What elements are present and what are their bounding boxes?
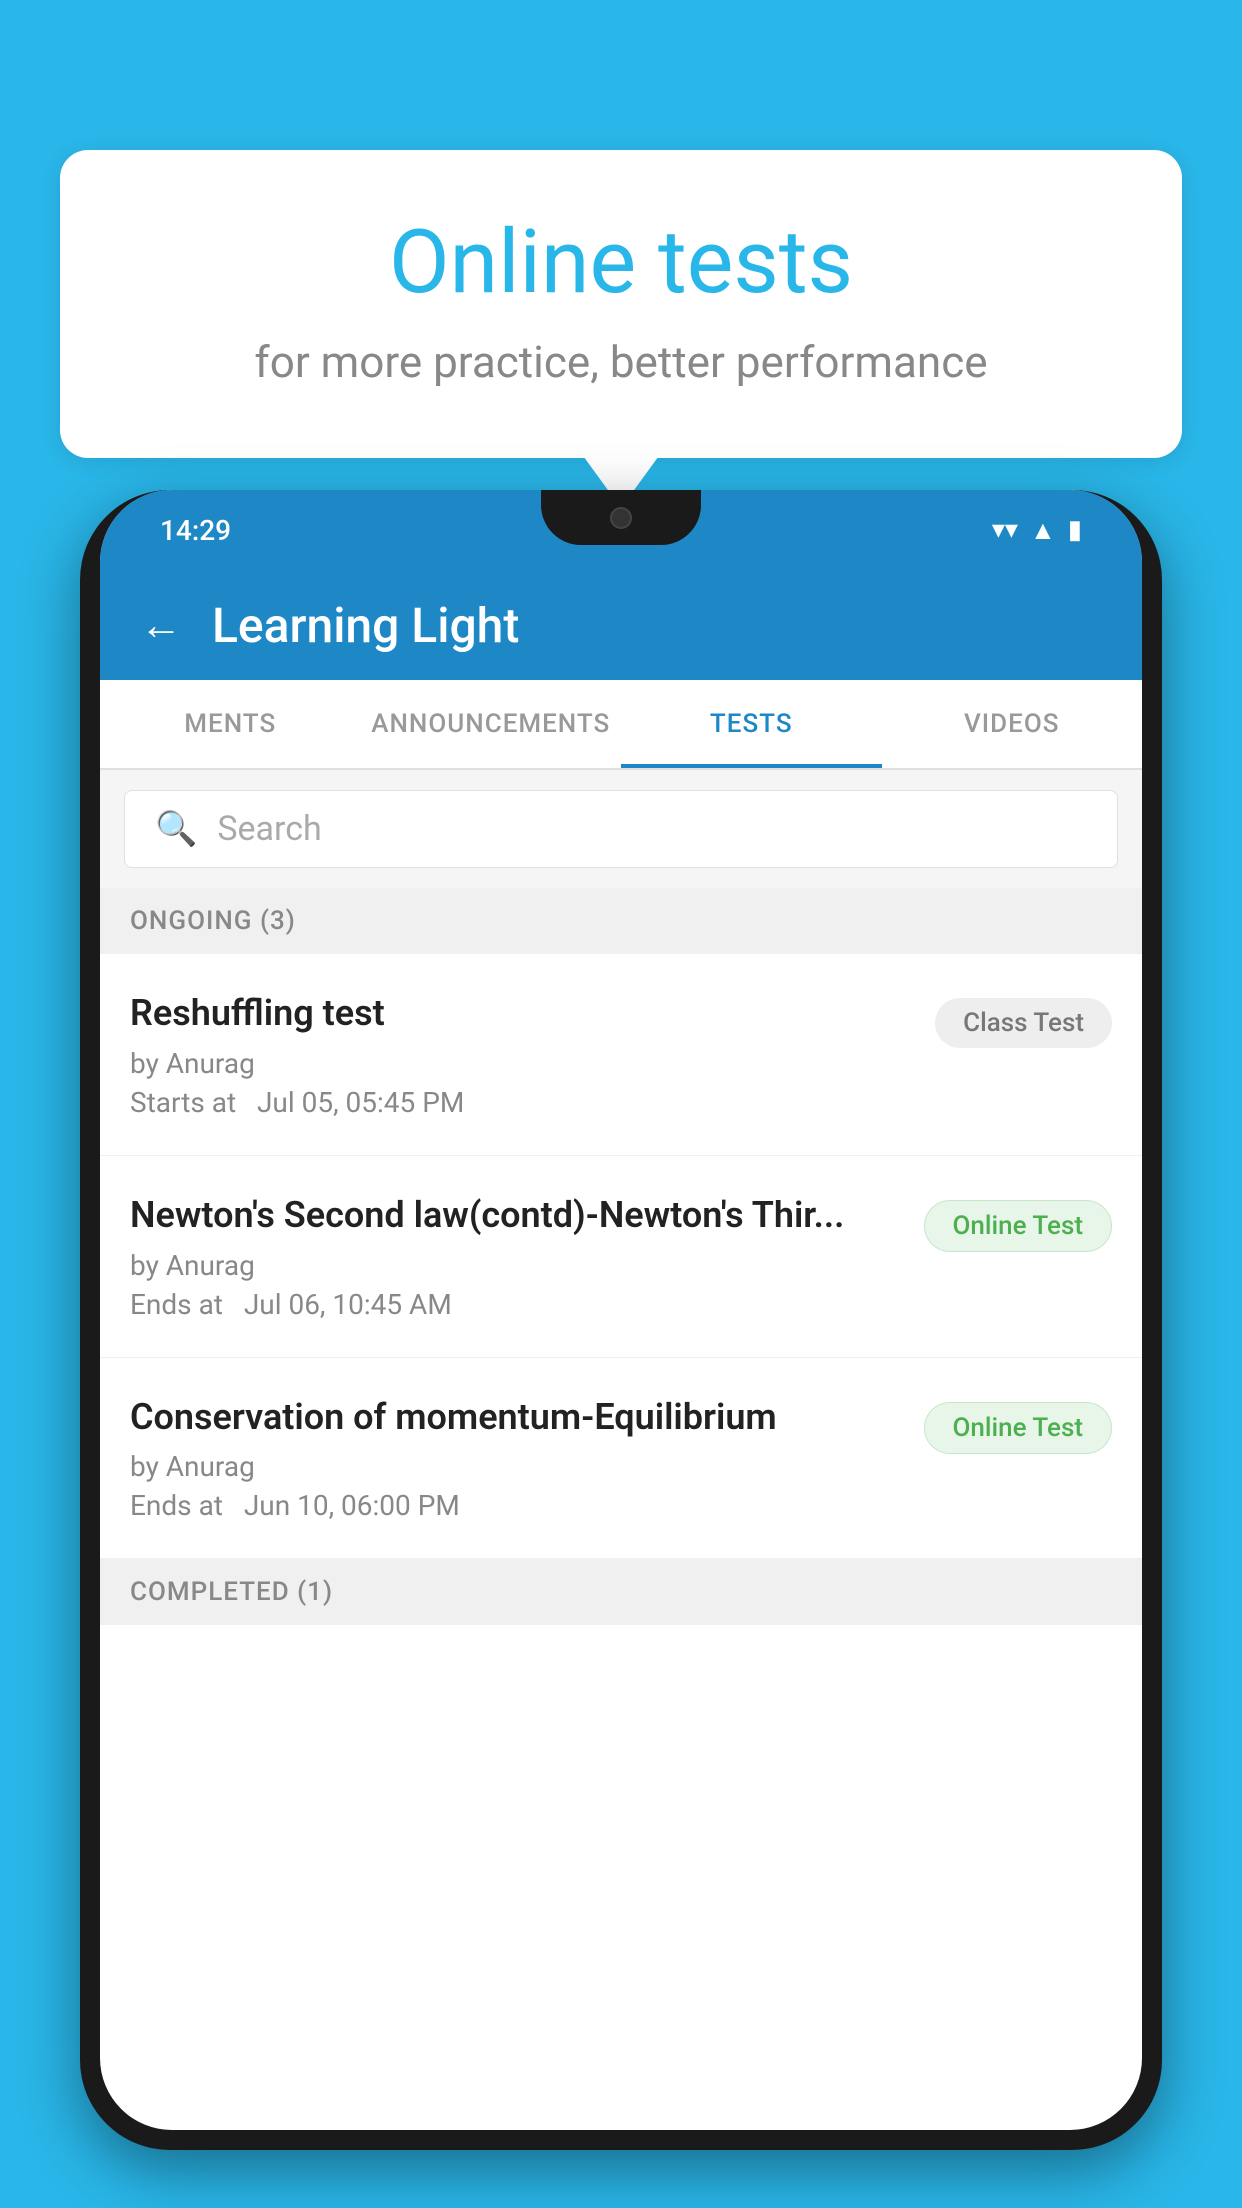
ongoing-section-header: ONGOING (3) [100,888,1142,954]
test-badge-online-newton: Online Test [924,1200,1113,1252]
app-title: Learning Light [212,597,519,654]
screen-content: 14:29 ▾▾ ▲ ▮ ← Learning Light [100,490,1142,2130]
phone-notch [541,490,701,545]
tab-ments[interactable]: MENTS [100,680,361,768]
status-icons: ▾▾ ▲ ▮ [992,515,1082,546]
test-name-newton: Newton's Second law(contd)-Newton's Thir… [130,1192,904,1239]
status-bar: 14:29 ▾▾ ▲ ▮ [100,490,1142,570]
bubble-subtitle: for more practice, better performance [140,336,1102,388]
app-bar: ← Learning Light [100,570,1142,680]
ongoing-section-title: ONGOING (3) [130,906,296,936]
signal-icon: ▲ [1030,515,1056,546]
back-button[interactable]: ← [140,601,182,650]
wifi-icon: ▾▾ [992,515,1018,545]
search-bar[interactable]: 🔍 Search [124,790,1118,868]
test-author-reshuffling: by Anurag [130,1047,915,1080]
phone-frame: 14:29 ▾▾ ▲ ▮ ← Learning Light [80,490,1162,2150]
test-badge-class: Class Test [935,998,1112,1048]
bubble-title: Online tests [140,210,1102,316]
test-name-conservation: Conservation of momentum-Equilibrium [130,1394,904,1441]
speech-bubble: Online tests for more practice, better p… [60,150,1182,458]
tab-announcements[interactable]: ANNOUNCEMENTS [361,680,622,768]
tab-videos[interactable]: VIDEOS [882,680,1143,768]
test-time-reshuffling: Starts at Jul 05, 05:45 PM [130,1086,915,1119]
battery-icon: ▮ [1068,515,1082,545]
phone-screen: 14:29 ▾▾ ▲ ▮ ← Learning Light [100,490,1142,2130]
test-badge-online-conservation: Online Test [924,1402,1113,1454]
search-container: 🔍 Search [100,770,1142,888]
test-time-newton: Ends at Jul 06, 10:45 AM [130,1288,904,1321]
search-placeholder: Search [217,809,321,849]
test-time-conservation: Ends at Jun 10, 06:00 PM [130,1489,904,1522]
test-item-conservation[interactable]: Conservation of momentum-Equilibrium by … [100,1358,1142,1560]
test-author-newton: by Anurag [130,1249,904,1282]
test-list: Reshuffling test by Anurag Starts at Jul… [100,954,1142,1559]
test-author-conservation: by Anurag [130,1450,904,1483]
completed-section-header: COMPLETED (1) [100,1559,1142,1625]
speech-bubble-container: Online tests for more practice, better p… [60,150,1182,458]
test-item-newton[interactable]: Newton's Second law(contd)-Newton's Thir… [100,1156,1142,1358]
phone-container: 14:29 ▾▾ ▲ ▮ ← Learning Light [80,490,1162,2208]
test-info-reshuffling: Reshuffling test by Anurag Starts at Jul… [130,990,915,1119]
tab-bar: MENTS ANNOUNCEMENTS TESTS VIDEOS [100,680,1142,770]
search-icon: 🔍 [155,809,197,849]
test-info-newton: Newton's Second law(contd)-Newton's Thir… [130,1192,904,1321]
tab-tests[interactable]: TESTS [621,680,882,768]
status-time: 14:29 [160,514,231,547]
test-info-conservation: Conservation of momentum-Equilibrium by … [130,1394,904,1523]
test-item-reshuffling[interactable]: Reshuffling test by Anurag Starts at Jul… [100,954,1142,1156]
completed-section-title: COMPLETED (1) [130,1577,333,1607]
test-name-reshuffling: Reshuffling test [130,990,915,1037]
camera-notch [610,507,632,529]
